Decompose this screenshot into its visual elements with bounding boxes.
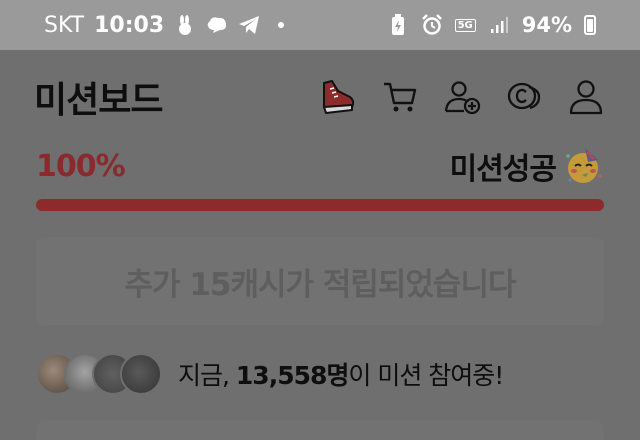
alarm-icon [421,14,443,36]
signal-icon [488,14,510,36]
participants-row: 지금, 13,558명이 미션 참여중! [36,352,504,396]
progress-row: 100% 미션성공 [36,146,604,187]
progress-percent: 100% [36,148,126,184]
page-title: 미션보드 [34,80,163,121]
cart-icon[interactable] [380,77,420,117]
progress-bar-fill [36,199,604,211]
participants-suffix: 이 미션 참여중! [348,361,504,390]
profile-icon[interactable] [566,77,606,117]
reward-message-box: 추가 15캐시가 적립되었습니다 [36,237,604,325]
participants-prefix: 지금, [178,361,236,390]
participants-count: 13,558명 [235,361,349,390]
party-face-emoji [564,146,604,186]
cloud-message-icon [206,14,228,36]
notification-dot-icon [278,22,285,28]
sneaker-icon[interactable] [318,77,358,117]
coin-icon[interactable] [504,77,544,117]
telegram-icon [238,14,260,36]
avatar [120,353,162,395]
header: 미션보드 [34,72,606,122]
mission-status-label: 미션성공 [449,152,557,187]
status-left: SKT 10:03 [44,12,285,38]
avatar-group [36,353,162,395]
rabbit-icon [174,14,196,36]
carrier-label: SKT [44,12,85,38]
network-badge: 5G [454,18,476,32]
progress-bar [36,199,604,211]
participants-text: 지금, 13,558명이 미션 참여중! [178,356,504,392]
add-user-icon[interactable] [442,77,482,117]
mission-card [36,420,604,440]
status-bar: SKT 10:03 5G 94% [0,0,640,50]
battery-icon [584,15,596,35]
clock: 10:03 [94,12,165,38]
header-icons [318,77,606,117]
status-right: 5G 94% [387,13,596,37]
battery-percent: 94% [521,13,572,37]
reward-message: 추가 15캐시가 적립되었습니다 [124,266,517,303]
battery-saver-icon [387,14,409,36]
